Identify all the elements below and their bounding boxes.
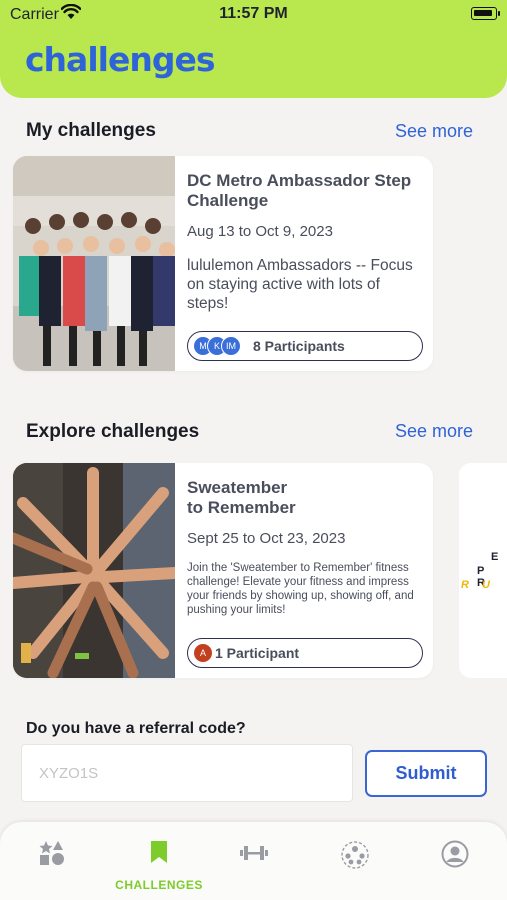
participants-count: 1 Participant <box>215 645 300 661</box>
my-challenges-title: My challenges <box>26 120 156 141</box>
app-header: Carrier 11:57 PM challenges <box>0 0 507 98</box>
tab-workouts[interactable] <box>204 840 304 871</box>
participants-pill[interactable]: A 1 Participant <box>187 638 423 668</box>
status-bar: Carrier 11:57 PM <box>0 0 507 30</box>
community-icon <box>340 840 370 875</box>
challenge-photo <box>13 463 181 678</box>
challenge-card-dc-metro[interactable]: DC Metro Ambassador Step Challenge Aug 1… <box>13 156 433 371</box>
challenge-name: Sweatember to Remember <box>187 478 296 517</box>
avatar: IM <box>221 336 241 356</box>
tab-home[interactable] <box>2 840 102 871</box>
participants-count: 8 Participants <box>253 338 345 354</box>
status-time: 11:57 PM <box>219 5 288 22</box>
profile-icon <box>441 840 469 873</box>
referral-code-input[interactable] <box>21 744 353 802</box>
explore-challenges-title: Explore challenges <box>26 421 200 442</box>
participants-pill[interactable]: M K IM 8 Participants <box>187 331 423 361</box>
challenge-info: Sweatember to Remember Sept 25 to Oct 23… <box>187 463 423 617</box>
referral-label: Do you have a referral code? <box>26 720 246 737</box>
tab-bar: CHALLENGES <box>0 822 507 900</box>
challenge-card-sweatember[interactable]: Sweatember to Remember Sept 25 to Oct 23… <box>13 463 433 678</box>
battery-icon <box>471 7 500 20</box>
my-challenges-see-more-link[interactable]: See more <box>395 121 473 142</box>
challenge-description: lululemon Ambassadors -- Focus on stayin… <box>187 257 413 312</box>
bookmark-icon <box>148 840 170 869</box>
challenge-card-peek[interactable]: E P R R U <box>459 463 507 678</box>
challenge-info: DC Metro Ambassador Step Challenge Aug 1… <box>187 156 423 313</box>
challenge-dates: Sept 25 to Oct 23, 2023 <box>187 530 346 547</box>
tab-community[interactable] <box>305 840 405 875</box>
submit-button[interactable]: Submit <box>365 750 487 797</box>
tab-profile[interactable] <box>405 840 505 873</box>
peek-text: R U <box>461 579 495 591</box>
tab-challenges[interactable]: CHALLENGES <box>109 840 209 892</box>
app-logo: challenges <box>25 40 215 79</box>
challenge-dates: Aug 13 to Oct 9, 2023 <box>187 223 333 240</box>
explore-challenges-see-more-link[interactable]: See more <box>395 421 473 442</box>
avatar: A <box>193 643 213 663</box>
challenge-photo <box>13 156 175 371</box>
tab-label: CHALLENGES <box>115 878 203 892</box>
challenge-description: Join the 'Sweatember to Remember' fitnes… <box>187 562 414 616</box>
shapes-icon <box>39 840 65 871</box>
challenge-name: DC Metro Ambassador Step Challenge <box>187 171 412 210</box>
dumbbell-icon <box>239 840 269 871</box>
peek-text: E <box>491 551 499 563</box>
